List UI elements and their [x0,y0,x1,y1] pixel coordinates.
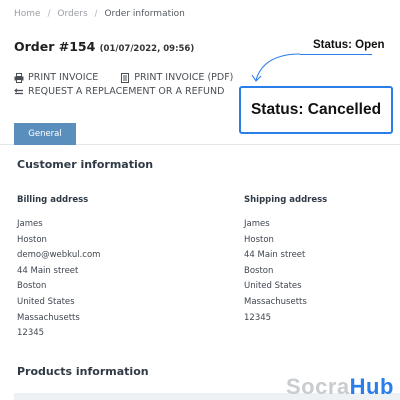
billing-street: 44 Main street [17,265,79,276]
breadcrumb-current: Order information [104,9,185,19]
shipping-zip: 12345 [244,312,272,323]
tab-general-label: General [28,129,62,139]
order-actions: PRINT INVOICE PRINT INVOICE (PDF) REQUES… [14,72,233,100]
pdf-icon [121,72,130,83]
billing-first-name: James [17,219,43,229]
printer-icon [14,72,24,83]
billing-address: James Hoston demo@webkul.com 44 Main str… [17,217,100,342]
order-date: (01/07/2022, 09:56) [99,44,195,54]
shipping-country: United States [244,281,302,292]
shipping-first-name: James [244,219,270,229]
order-number: Order #154 [14,39,96,54]
annotation-arrow-icon [251,53,301,82]
return-icon [14,87,23,94]
billing-state: Massachusetts [17,312,80,323]
shipping-last-name: Hoston [244,234,274,245]
shipping-state: Massachusetts [244,296,307,307]
print-invoice-pdf-button[interactable]: PRINT INVOICE (PDF) [120,72,233,83]
page-title: Order #154 (01/07/2022, 09:56) [14,39,194,54]
status-cancelled-label: Status: Cancelled [250,101,382,118]
billing-country: United States [17,296,75,307]
breadcrumb-separator: / [47,9,51,19]
shipping-street: 44 Main street [244,250,306,261]
breadcrumb-home[interactable]: Home [14,9,41,19]
watermark-part2: Hub [349,374,394,399]
watermark-logo: SocraHub [286,374,394,400]
print-invoice-button[interactable]: PRINT INVOICE [14,72,98,83]
request-refund-label: REQUEST A REPLACEMENT OR A REFUND [28,86,225,97]
request-refund-button[interactable]: REQUEST A REPLACEMENT OR A REFUND [14,86,224,97]
tab-general[interactable]: General [14,123,76,145]
billing-address-heading: Billing address [17,195,89,205]
billing-zip: 12345 [17,328,45,339]
billing-city: Boston [17,281,47,292]
annotation-underline [300,54,372,55]
products-information-title: Products information [17,365,149,378]
watermark-part1: Socra [286,374,350,399]
breadcrumb-orders[interactable]: Orders [57,9,87,19]
breadcrumb: Home / Orders / Order information [14,9,185,19]
customer-information-title: Customer information [17,158,154,171]
print-invoice-label: PRINT INVOICE [28,72,99,83]
print-invoice-pdf-label: PRINT INVOICE (PDF) [134,72,234,83]
status-cancelled-annotation: Status: Cancelled [239,86,393,134]
shipping-address: James Hoston 44 Main street Boston Unite… [244,217,307,326]
billing-last-name: Hoston [17,234,47,245]
shipping-address-heading: Shipping address [244,195,328,205]
billing-email: demo@webkul.com [17,250,101,261]
status-open-annotation: Status: Open [313,39,385,51]
shipping-city: Boston [244,265,274,276]
breadcrumb-separator: / [94,9,98,19]
